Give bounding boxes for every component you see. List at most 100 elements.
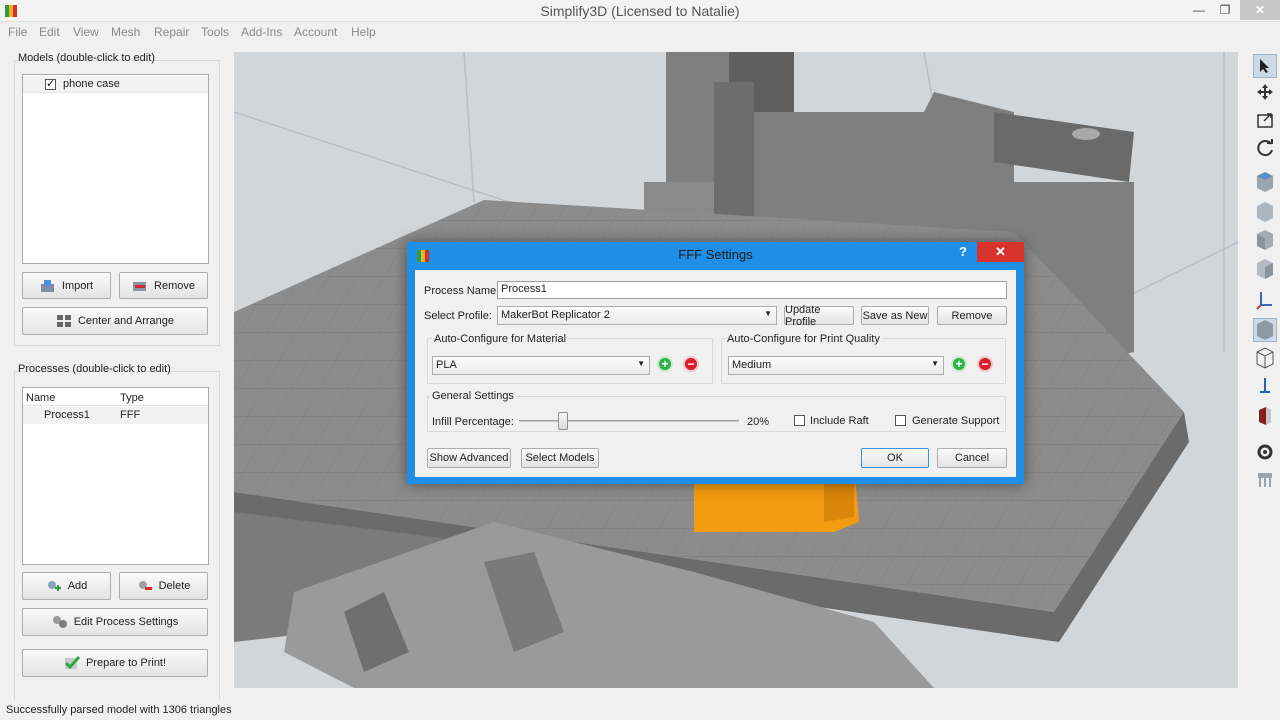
wireframe-view-icon[interactable] (1253, 346, 1277, 370)
prepare-to-print-button[interactable]: Prepare to Print! (22, 649, 208, 677)
view-bottom-icon[interactable] (1253, 200, 1277, 224)
infill-percentage-label: Infill Percentage: (432, 416, 514, 428)
processes-title: Processes (double-click to edit) (18, 363, 171, 375)
list-item[interactable]: phone case (23, 76, 208, 93)
delete-process-button[interactable]: Delete (119, 572, 208, 600)
edit-process-settings-label: Edit Process Settings (73, 616, 179, 628)
ok-button[interactable]: OK (861, 448, 929, 468)
dropdown-arrow-icon: ▼ (637, 359, 645, 368)
process-name: Process1 (44, 409, 90, 421)
center-arrange-label: Center and Arrange (77, 315, 174, 327)
models-list[interactable]: phone case (22, 74, 209, 264)
remove-quality-icon[interactable]: − (977, 356, 993, 372)
menu-account[interactable]: Account (294, 25, 337, 39)
cancel-button[interactable]: Cancel (937, 448, 1007, 468)
remove-icon (133, 281, 147, 291)
fff-settings-dialog: FFF Settings ? ✕ Process Name: Process1 … (407, 242, 1024, 484)
rotate-tool-icon[interactable] (1253, 136, 1277, 160)
solid-view-icon[interactable] (1253, 318, 1277, 342)
menu-help[interactable]: Help (351, 25, 376, 39)
remove-profile-button[interactable]: Remove (937, 306, 1007, 325)
view-side-icon[interactable] (1253, 257, 1277, 281)
quality-group-title: Auto-Configure for Print Quality (725, 333, 882, 345)
view-front-icon[interactable] (1253, 228, 1277, 252)
add-material-icon[interactable]: + (657, 356, 673, 372)
show-advanced-button[interactable]: Show Advanced (427, 448, 511, 468)
include-raft-checkbox[interactable] (794, 415, 805, 426)
view-top-icon[interactable] (1253, 170, 1277, 194)
add-quality-icon[interactable]: + (951, 356, 967, 372)
settings-gear-icon[interactable] (1253, 440, 1277, 464)
column-type-header[interactable]: Type (120, 392, 144, 404)
edit-process-settings-button[interactable]: Edit Process Settings (22, 608, 208, 636)
dialog-body: Process Name: Process1 Select Profile: M… (415, 270, 1016, 477)
infill-value: 20% (747, 416, 770, 428)
import-button[interactable]: Import (22, 272, 111, 299)
cross-section-icon[interactable] (1253, 404, 1277, 428)
select-profile-label: Select Profile: (424, 310, 492, 322)
gears-icon (52, 616, 67, 628)
select-models-button[interactable]: Select Models (521, 448, 599, 468)
center-arrange-icon (56, 315, 71, 327)
add-process-icon (47, 581, 61, 591)
menu-mesh[interactable]: Mesh (111, 25, 140, 39)
menu-view[interactable]: View (73, 25, 99, 39)
delete-label: Delete (158, 580, 191, 592)
material-group-title: Auto-Configure for Material (432, 333, 569, 345)
title-bar: Simplify3D (Licensed to Natalie) — ❐ ✕ (0, 0, 1280, 22)
right-toolbar (1250, 52, 1280, 688)
axis-z-icon[interactable] (1253, 374, 1277, 398)
close-button[interactable]: ✕ (1240, 0, 1280, 20)
infill-slider-track[interactable] (519, 420, 739, 422)
menu-file[interactable]: File (8, 25, 27, 39)
menu-tools[interactable]: Tools (201, 25, 229, 39)
models-title: Models (double-click to edit) (18, 52, 155, 64)
process-type: FFF (120, 409, 141, 421)
add-process-button[interactable]: Add (22, 572, 111, 600)
menu-edit[interactable]: Edit (39, 25, 60, 39)
add-label: Add (67, 580, 88, 592)
menu-add-ins[interactable]: Add-Ins (241, 25, 282, 39)
select-profile-value: MakerBot Replicator 2 (501, 309, 610, 321)
menu-repair[interactable]: Repair (154, 25, 189, 39)
material-dropdown[interactable]: PLA ▼ (432, 356, 650, 375)
import-label: Import (61, 279, 94, 292)
import-icon (40, 279, 54, 292)
table-row[interactable]: Process1 FFF (23, 407, 208, 424)
status-bar: Successfully parsed model with 1306 tria… (0, 700, 1280, 720)
save-as-new-button[interactable]: Save as New (861, 306, 929, 325)
dialog-help-button[interactable]: ? (959, 244, 967, 259)
remove-material-icon[interactable]: − (683, 356, 699, 372)
quality-dropdown[interactable]: Medium ▼ (728, 356, 944, 375)
scale-tool-icon[interactable] (1253, 108, 1277, 132)
dialog-close-button[interactable]: ✕ (977, 242, 1024, 262)
column-name-header[interactable]: Name (26, 392, 55, 404)
processes-header: Name Type (23, 388, 208, 406)
center-arrange-button[interactable]: Center and Arrange (22, 307, 208, 335)
move-tool-icon[interactable] (1253, 80, 1277, 104)
generate-support-checkbox[interactable] (895, 415, 906, 426)
supports-icon[interactable] (1253, 468, 1277, 492)
include-raft-label: Include Raft (810, 415, 869, 427)
generate-support-label: Generate Support (912, 415, 1000, 427)
axes-icon[interactable] (1253, 288, 1277, 312)
general-settings-title: General Settings (430, 390, 516, 402)
model-visible-checkbox[interactable] (45, 77, 56, 90)
restore-button[interactable]: ❐ (1212, 0, 1238, 20)
quality-value: Medium (732, 359, 772, 371)
dialog-title: FFF Settings (678, 247, 753, 262)
process-name-input[interactable]: Process1 (497, 281, 1007, 299)
select-tool-icon[interactable] (1253, 54, 1277, 78)
remove-label: Remove (154, 279, 195, 292)
update-profile-button[interactable]: Update Profile (784, 304, 854, 328)
minimize-button[interactable]: — (1186, 0, 1212, 20)
process-name-label: Process Name: (424, 285, 500, 297)
remove-button[interactable]: Remove (119, 272, 208, 299)
processes-list[interactable]: Name Type Process1 FFF (22, 387, 209, 565)
model-name: phone case (63, 78, 120, 90)
window-title: Simplify3D (Licensed to Natalie) (540, 3, 740, 19)
prepare-to-print-label: Prepare to Print! (85, 657, 167, 669)
select-profile-dropdown[interactable]: MakerBot Replicator 2 ▼ (497, 306, 777, 325)
infill-slider-handle[interactable] (558, 412, 568, 430)
delete-process-icon (138, 581, 152, 590)
